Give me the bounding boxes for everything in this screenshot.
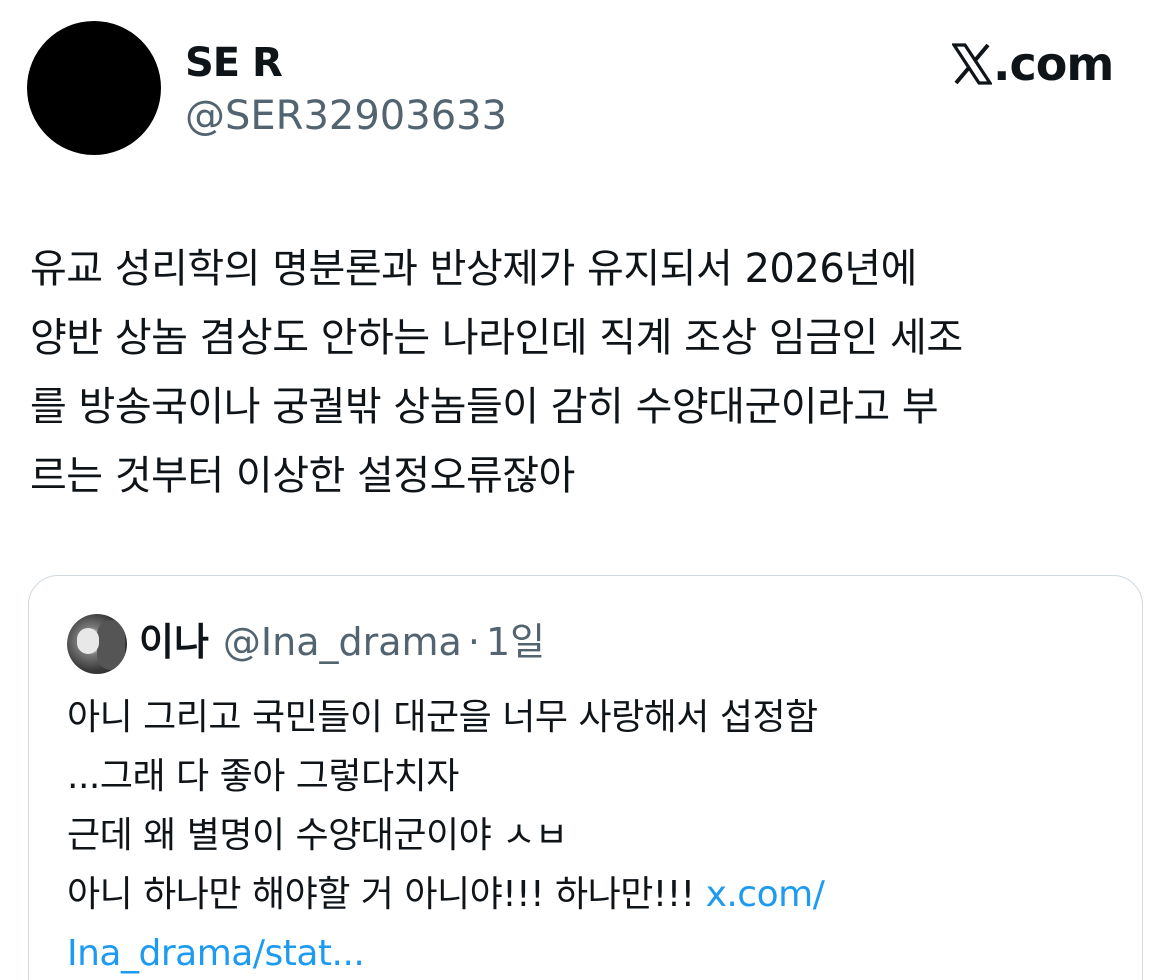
quoted-link[interactable]: x.com/ bbox=[706, 874, 825, 915]
x-logo-icon bbox=[952, 43, 992, 85]
quoted-tweet-header: 이나 @Ina_drama · 1일 bbox=[139, 618, 545, 666]
tweet-line: 르는 것부터 이상한 설정오류잖아 bbox=[30, 453, 575, 499]
quoted-line: ...그래 다 좋아 그렇다치자 bbox=[67, 756, 459, 797]
tweet-header: SE R @SER32903633 .com bbox=[0, 0, 1170, 180]
quoted-timestamp[interactable]: 1일 bbox=[486, 618, 545, 666]
author-handle[interactable]: @SER32903633 bbox=[185, 92, 507, 140]
tweet-line: 양반 상놈 겸상도 안하는 나라인데 직계 조상 임금인 세조 bbox=[30, 315, 963, 361]
author-avatar[interactable] bbox=[27, 21, 161, 155]
tweet-line: 유교 성리학의 명분론과 반상제가 유지되서 2026년에 bbox=[30, 246, 917, 292]
quoted-link-continued[interactable]: Ina_drama/stat... bbox=[67, 924, 1117, 980]
quoted-author-handle[interactable]: @Ina_drama bbox=[223, 618, 462, 666]
brand-watermark: .com bbox=[952, 37, 1114, 91]
quoted-line: 아니 하나만 해야할 거 아니야!!! 하나만!!! x.com/ bbox=[67, 865, 1117, 924]
quoted-line: 근데 왜 별명이 수양대군이야 ㅅㅂ bbox=[67, 815, 568, 856]
tweet-line: 를 방송국이나 궁궐밖 상놈들이 감히 수양대군이라고 부 bbox=[30, 384, 939, 430]
brand-text: .com bbox=[993, 37, 1114, 91]
quoted-author-name[interactable]: 이나 bbox=[139, 618, 209, 666]
author-display-name[interactable]: SE R bbox=[185, 40, 283, 86]
quoted-line-text: 아니 하나만 해야할 거 아니야!!! 하나만!!! bbox=[67, 874, 706, 915]
quoted-tweet[interactable]: 이나 @Ina_drama · 1일 아니 그리고 국민들이 대군을 너무 사랑… bbox=[28, 575, 1143, 980]
tweet-body: 유교 성리학의 명분론과 반상제가 유지되서 2026년에 양반 상놈 겸상도 … bbox=[30, 235, 1140, 511]
quoted-author-avatar[interactable] bbox=[67, 614, 127, 674]
quoted-tweet-body: 아니 그리고 국민들이 대군을 너무 사랑해서 섭정함 ...그래 다 좋아 그… bbox=[67, 688, 1117, 980]
quoted-line: 아니 그리고 국민들이 대군을 너무 사랑해서 섭정함 bbox=[67, 697, 818, 738]
separator-dot: · bbox=[467, 620, 480, 664]
